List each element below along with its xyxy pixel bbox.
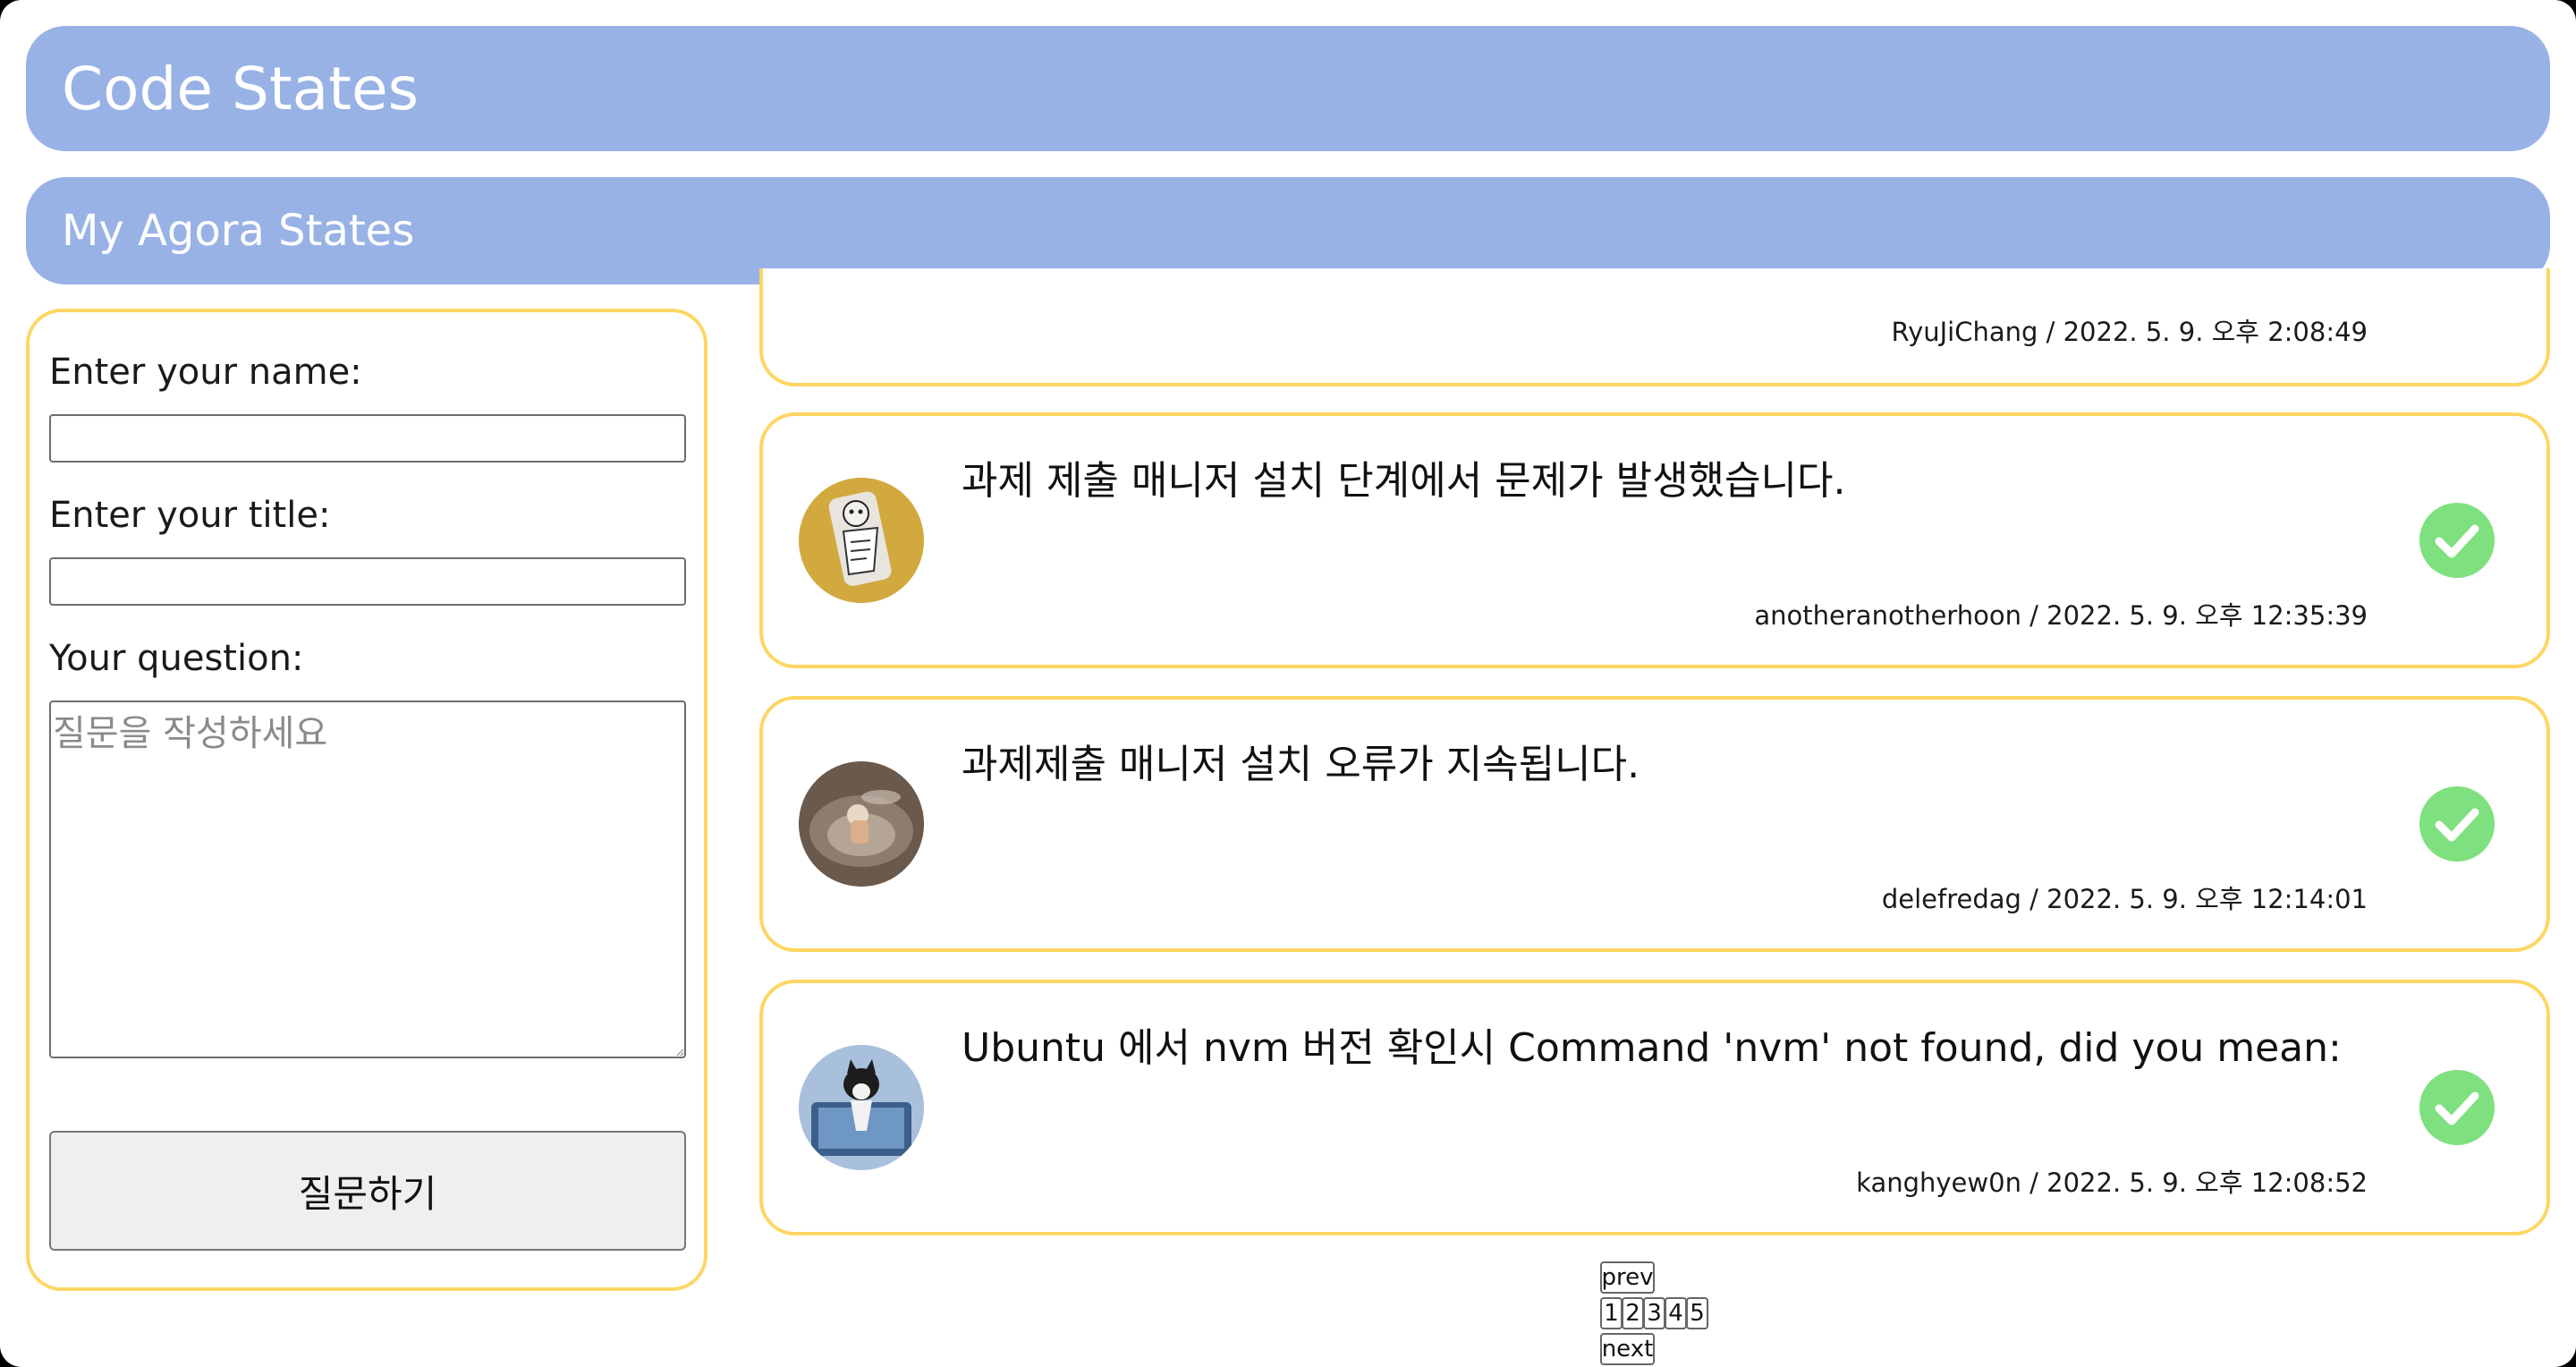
- title-input[interactable]: [49, 557, 686, 606]
- prev-page-button[interactable]: prev: [1600, 1261, 1655, 1294]
- discussion-card[interactable]: 과제 제출 매니저 설치 단계에서 문제가 발생했습니다. anotherano…: [759, 412, 2550, 668]
- submit-question-button[interactable]: 질문하기: [49, 1131, 686, 1251]
- title-label: Enter your title:: [49, 495, 331, 536]
- user-avatar-icon[interactable]: [799, 478, 924, 603]
- answered-check-icon: [2419, 1070, 2495, 1145]
- page-button-1[interactable]: 1: [1600, 1297, 1623, 1329]
- discussion-card[interactable]: Ubuntu 에서 nvm 버전 확인시 Command 'nvm' not f…: [759, 980, 2550, 1235]
- next-page-button[interactable]: next: [1600, 1333, 1655, 1365]
- question-textarea[interactable]: [49, 700, 686, 1058]
- page: Code States My Agora States Enter your n…: [0, 0, 2576, 1367]
- page-button-4[interactable]: 4: [1665, 1297, 1687, 1329]
- name-label: Enter your name:: [49, 352, 362, 393]
- discussion-card[interactable]: RyuJiChang / 2022. 5. 9. 오후 2:08:49: [759, 268, 2550, 386]
- page-button-5[interactable]: 5: [1686, 1297, 1708, 1329]
- page-button-2[interactable]: 2: [1622, 1297, 1644, 1329]
- discussion-meta: delefredag / 2022. 5. 9. 오후 12:14:01: [1881, 884, 2368, 914]
- question-form: Enter your name: Enter your title: Your …: [26, 309, 708, 1291]
- answered-check-icon: [2419, 503, 2495, 578]
- page-button-3[interactable]: 3: [1643, 1297, 1665, 1329]
- discussion-title[interactable]: Ubuntu 에서 nvm 버전 확인시 Command 'nvm' not f…: [962, 1015, 2342, 1073]
- name-input[interactable]: [49, 414, 686, 463]
- discussion-meta: kanghyew0n / 2022. 5. 9. 오후 12:08:52: [1856, 1167, 2368, 1198]
- discussion-title[interactable]: 과제 제출 매니저 설치 단계에서 문제가 발생했습니다.: [962, 448, 1845, 505]
- discussion-card[interactable]: 과제제출 매니저 설치 오류가 지속됩니다. delefredag / 2022…: [759, 696, 2550, 952]
- discussion-meta: RyuJiChang / 2022. 5. 9. 오후 2:08:49: [1891, 317, 2368, 347]
- user-avatar-icon[interactable]: [799, 1045, 924, 1170]
- site-title: Code States: [26, 26, 2550, 151]
- question-label: Your question:: [49, 638, 304, 679]
- discussion-meta: anotheranotherhoon / 2022. 5. 9. 오후 12:3…: [1754, 600, 2368, 631]
- user-avatar-icon[interactable]: [799, 761, 924, 887]
- discussion-title[interactable]: 과제제출 매니저 설치 오류가 지속됩니다.: [962, 732, 1640, 789]
- answered-check-icon: [2419, 786, 2495, 862]
